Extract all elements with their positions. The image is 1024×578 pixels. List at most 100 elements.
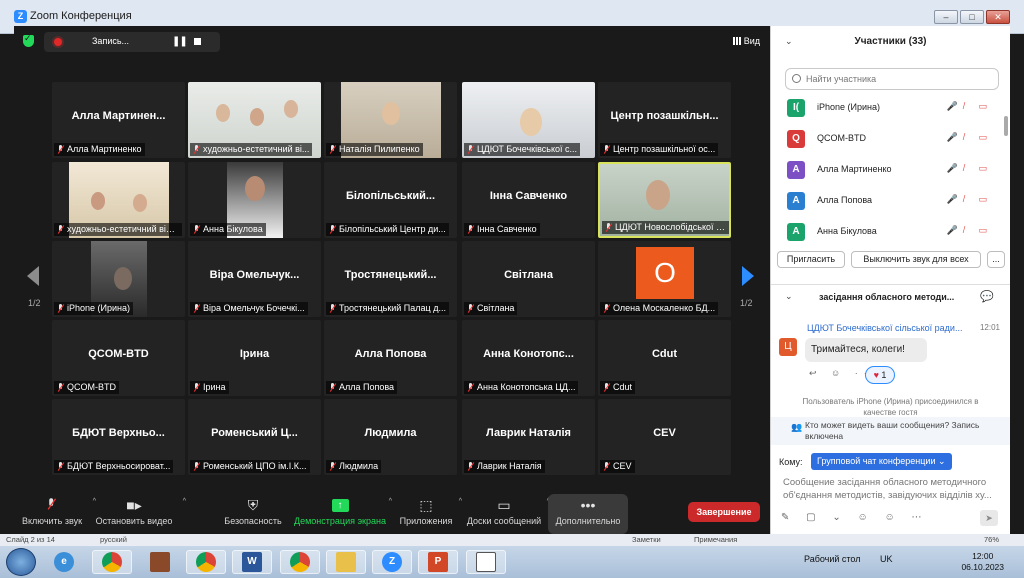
close-button[interactable]: ✕ [986,10,1010,24]
video-tile[interactable]: художньо-естетичний відді... [52,162,185,238]
chrome-taskbar-icon-2[interactable] [186,550,226,574]
muted-mic-icon [329,145,336,154]
participant-search-input[interactable]: Найти участника [785,68,999,90]
video-tile[interactable]: CEV CEV [598,399,731,475]
heart-reaction[interactable]: ♥ 1 [865,366,895,384]
message-sender[interactable]: ЦДЮТ Бочечківської сільської ради... [807,323,977,333]
video-tile[interactable]: Алла Попова Алла Попова [324,320,457,396]
whiteboards-button[interactable]: ▭Доски сообщений^ [464,494,550,534]
video-tile[interactable]: Білопільський... Білопільський Центр ди..… [324,162,457,238]
participant-list-scrollbar[interactable] [1004,116,1008,136]
tile-name-label: CEV [600,460,635,473]
video-tile[interactable]: Центр позашкільн... Центр позашкільної ос… [598,82,731,158]
video-tile[interactable]: Алла Мартинен... Алла Мартиненко [52,82,185,158]
video-tile[interactable]: Інна Савченко Інна Савченко [462,162,595,238]
chat-bubble-icon[interactable]: 💬 [980,290,994,303]
desktop-label[interactable]: Рабочий стол [804,554,861,564]
explorer-taskbar-icon[interactable] [326,550,366,574]
end-meeting-button[interactable]: Завершение [688,502,760,522]
participant-row[interactable]: А Анна Бікулова 🎤̸ ▭ [787,221,997,243]
send-icon[interactable]: ➤ [980,510,998,526]
recording-label: Запись... [92,36,130,46]
recipient-select[interactable]: Групповой чат конференции ⌄ [811,453,952,470]
video-tile[interactable]: ЦДЮТ Бочечківської с... [462,82,595,158]
tile-label-text: iPhone (Ирина) [67,303,130,313]
stop-video-button[interactable]: ■▸ Остановить видео ^ [94,494,186,534]
video-tile[interactable]: Наталія Пилипенко [324,82,457,158]
tile-label-text: ЦДЮТ Новослобідської сі... [615,222,730,232]
system-clock[interactable]: 12:00 06.10.2023 [961,551,1004,573]
video-tile[interactable]: Лаврик Наталія Лаврик Наталія [462,399,595,475]
more-button[interactable]: ••• Дополнительно [548,494,628,534]
invite-button[interactable]: Пригласить [777,251,845,268]
video-tile[interactable]: Анна Конотопс... Анна Конотопська ЦД... [462,320,595,396]
maximize-button[interactable]: □ [960,10,984,24]
muted-mic-icon [57,383,64,392]
participant-row[interactable]: А Алла Мартиненко 🎤̸ ▭ [787,159,997,181]
chrome-taskbar-icon-3[interactable] [280,550,320,574]
comments-toggle[interactable]: Примечания [694,535,737,544]
participant-row[interactable]: I(iPhone (Ирина) 🎤̸ ▭ [787,97,997,119]
tile-label-text: Cdut [613,382,633,392]
video-tile[interactable]: O Олена Москаленко БД... [598,241,731,317]
notes-toggle[interactable]: Заметки [632,535,661,544]
compose-tools[interactable]: ✎ ▢ ⌄ ☺ ☺ ⋯ [781,512,929,523]
video-tile[interactable]: БДЮТ Верхньо... БДЮТ Верхньосироват... [52,399,185,475]
apps-button[interactable]: ⬚ Приложения ^ [396,494,462,534]
chat-collapse-chevron-icon[interactable]: ⌄ [785,291,793,302]
security-button[interactable]: ⛨ Безопасность [222,494,284,534]
share-options-caret-icon[interactable]: ^ [389,498,392,505]
ie-taskbar-icon[interactable]: e [44,550,84,574]
tile-name-label: Анна Бікулова [190,223,266,236]
video-tile[interactable]: ЦДЮТ Новослобідської сі... [598,162,731,238]
video-tile[interactable]: Віра Омельчук... Віра Омельчук Бочечкі... [188,241,321,317]
word-taskbar-icon[interactable]: W [232,550,272,574]
minimize-button[interactable]: – [934,10,958,24]
share-screen-button[interactable]: ↑ Демонстрация экрана ^ [292,494,392,534]
muted-mic-icon [605,223,612,232]
chat-message-input[interactable]: Сообщение засідання обласного методичног… [783,476,1001,502]
tile-label-text: Людмила [339,461,379,471]
next-page-arrow-icon[interactable] [742,266,754,286]
video-tile[interactable]: Тростянецький... Тростянецький Палац д... [324,241,457,317]
video-tile[interactable]: QCOM-BTD QCOM-BTD [52,320,185,396]
video-tile[interactable]: Ірина Ірина [188,320,321,396]
message-visibility-notice[interactable]: 👥 Кто может видеть ваши сообщения? Запись… [771,417,1010,445]
share-screen-icon: ↑ [292,494,388,516]
video-tile[interactable]: Роменський Ц... Роменський ЦПО ім.І.К... [188,399,321,475]
tile-label-text: Алла Мартиненко [67,144,142,154]
participants-more-button[interactable]: ... [987,251,1005,268]
video-tile[interactable]: художньо-естетичний ві... [188,82,321,158]
video-tile[interactable]: Cdut Cdut [598,320,731,396]
participant-face [133,194,148,212]
zoom-taskbar-icon[interactable]: Z [372,550,412,574]
participant-row[interactable]: Q QCOM-BTD 🎤̸ ▭ [787,128,997,150]
reaction-count: 1 [881,370,887,380]
mute-all-button[interactable]: Выключить звук для всех [851,251,981,268]
view-button[interactable]: Вид [732,35,760,46]
prev-page-arrow-icon[interactable] [27,266,39,286]
pause-recording-button[interactable]: ❚❚ [172,36,188,47]
video-tile[interactable]: iPhone (Ирина) [52,241,185,317]
video-tile[interactable]: Анна Бікулова [188,162,321,238]
participant-row[interactable]: А Алла Попова 🎤̸ ▭ [787,190,997,212]
encryption-shield-icon[interactable] [23,33,34,47]
tile-display-name: Віра Омельчук... [209,269,300,281]
chrome-taskbar-icon[interactable] [92,550,132,574]
participant-status-icons: 🎤̸ ▭ [946,194,993,204]
tile-label-text: художньо-естетичний ві... [203,144,310,154]
participant-name: Анна Бікулова [817,226,877,236]
document-taskbar-icon[interactable] [466,550,506,574]
language-indicator[interactable]: UK [880,554,893,564]
zoom-level[interactable]: 76% [984,535,999,544]
app-taskbar-icon[interactable] [140,550,180,574]
unmute-button[interactable]: Включить звук ^ [20,494,96,534]
video-tile[interactable]: Людмила Людмила [324,399,457,475]
powerpoint-taskbar-icon[interactable]: P [418,550,458,574]
participant-status-icons: 🎤̸ ▭ [946,132,993,142]
apps-caret-icon[interactable]: ^ [459,498,462,505]
video-options-caret-icon[interactable]: ^ [183,498,186,505]
start-button[interactable] [6,548,36,576]
video-tile[interactable]: Світлана Світлана [462,241,595,317]
stop-recording-button[interactable] [194,38,201,45]
